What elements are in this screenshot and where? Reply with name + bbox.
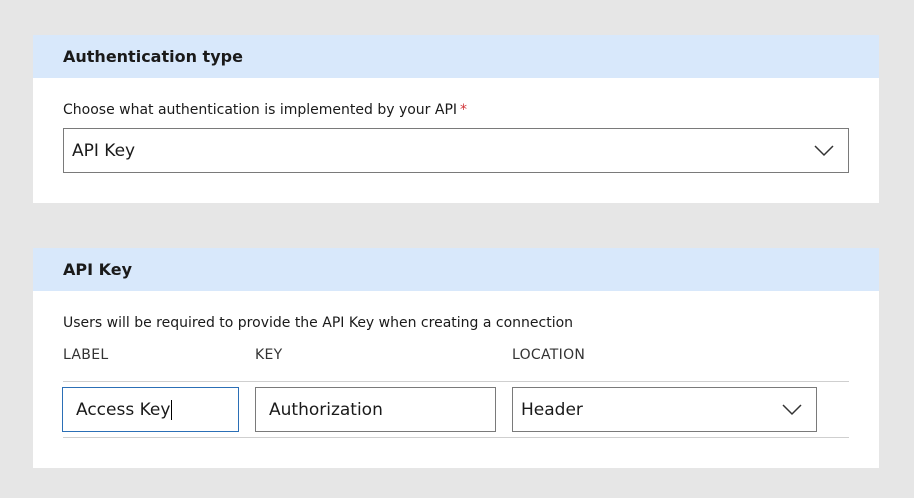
- authentication-type-select-value: API Key: [72, 140, 136, 161]
- location-column-header: LOCATION: [512, 347, 586, 363]
- api-key-header: API Key: [33, 248, 879, 291]
- authentication-type-header: Authentication type: [33, 35, 879, 78]
- location-select-value: Header: [521, 399, 583, 420]
- text-caret: [171, 399, 173, 420]
- required-marker: *: [460, 102, 468, 118]
- api-key-title: API Key: [63, 260, 133, 279]
- key-input-value: Authorization: [269, 399, 383, 420]
- authentication-type-description: Choose what authentication is implemente…: [63, 102, 467, 118]
- label-input[interactable]: Access Key: [62, 387, 239, 432]
- top-divider: [63, 381, 849, 382]
- chevron-down-icon: [814, 144, 834, 156]
- authentication-type-select[interactable]: API Key: [63, 128, 849, 173]
- api-key-description: Users will be required to provide the AP…: [63, 315, 574, 331]
- authentication-type-panel: Authentication type Choose what authenti…: [33, 35, 879, 203]
- location-select[interactable]: Header: [512, 387, 817, 432]
- label-input-value: Access Key: [76, 399, 171, 420]
- bottom-divider: [63, 437, 849, 438]
- key-column-header: KEY: [255, 347, 283, 363]
- api-key-panel: API Key Users will be required to provid…: [33, 248, 879, 468]
- authentication-type-title: Authentication type: [63, 47, 243, 66]
- authentication-type-description-text: Choose what authentication is implemente…: [63, 102, 458, 118]
- key-input[interactable]: Authorization: [255, 387, 496, 432]
- chevron-down-icon: [782, 403, 802, 415]
- label-column-header: LABEL: [63, 347, 109, 363]
